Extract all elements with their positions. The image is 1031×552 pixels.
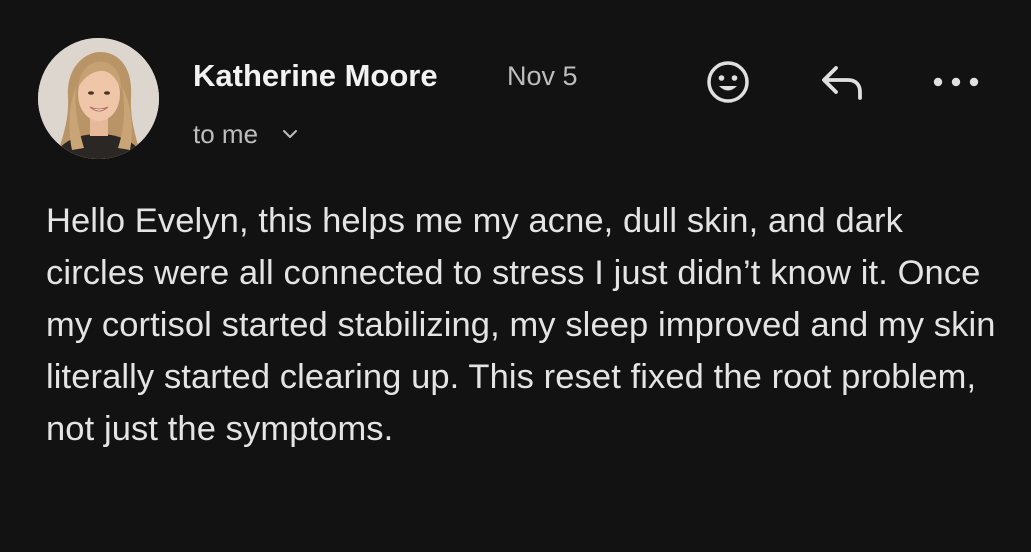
more-horizontal-icon bbox=[930, 75, 982, 94]
reply-arrow-icon bbox=[818, 60, 868, 109]
sender-name[interactable]: Katherine Moore bbox=[193, 57, 438, 95]
more-options-button[interactable] bbox=[928, 58, 984, 110]
email-message: Katherine Moore Nov 5 to me Hello Evelyn… bbox=[0, 0, 1031, 552]
add-reaction-button[interactable] bbox=[700, 58, 756, 110]
recipient-details-toggle[interactable]: to me bbox=[193, 116, 300, 152]
smiley-face-icon bbox=[704, 58, 752, 111]
avatar-photo bbox=[38, 38, 159, 159]
email-date: Nov 5 bbox=[507, 61, 578, 91]
recipient-label: to me bbox=[193, 119, 259, 149]
sender-avatar[interactable] bbox=[38, 38, 159, 159]
message-body: Hello Evelyn, this helps me my acne, dul… bbox=[46, 202, 996, 448]
reply-button[interactable] bbox=[815, 58, 871, 110]
chevron-down-icon bbox=[280, 124, 300, 144]
